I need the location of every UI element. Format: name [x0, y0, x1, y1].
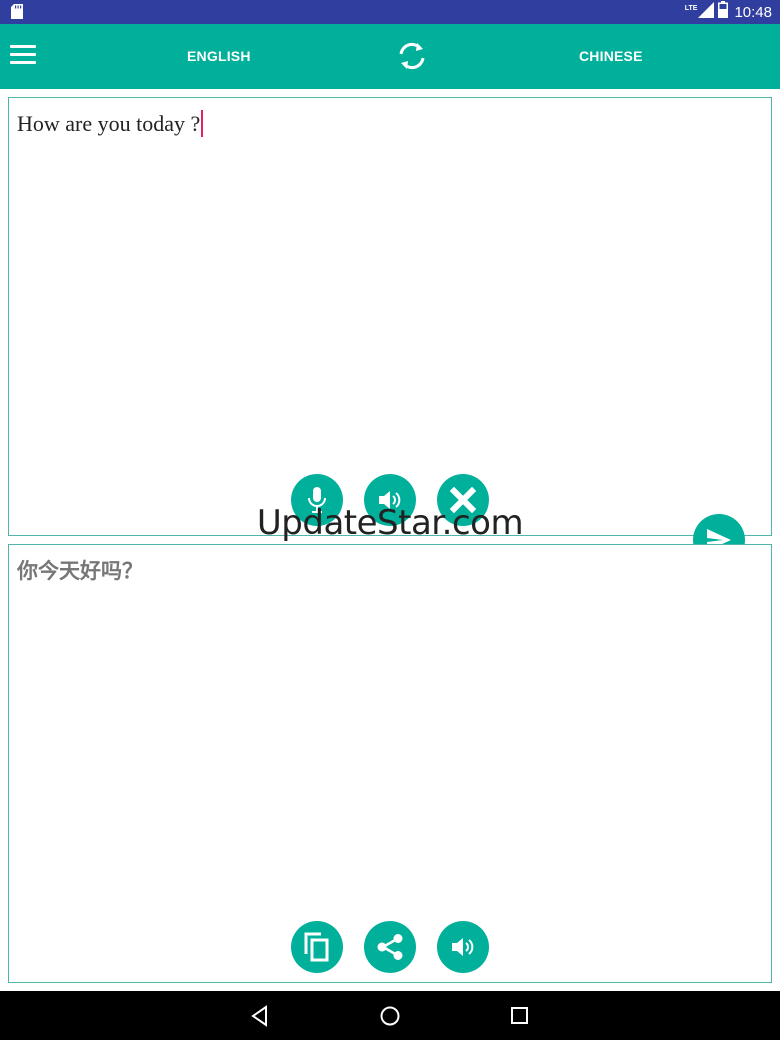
translated-text: 你今天好吗？ [17, 558, 143, 583]
share-button[interactable] [364, 921, 416, 973]
share-icon [377, 934, 403, 960]
clock: 10:48 [734, 3, 772, 21]
copy-button[interactable] [291, 921, 343, 973]
menu-icon[interactable] [10, 45, 36, 67]
watermark: UpdateStar.com [256, 503, 524, 543]
navigation-bar [0, 991, 780, 1040]
speak-translation-button[interactable] [437, 921, 489, 973]
target-text-panel: 你今天好吗？ [8, 544, 772, 983]
network-type: LTE [684, 4, 698, 12]
back-icon[interactable] [249, 1005, 271, 1027]
speaker-icon [452, 938, 474, 956]
source-language-button[interactable]: ENGLISH [187, 24, 251, 89]
copy-icon [304, 932, 329, 962]
source-text: How are you today ? [17, 111, 201, 136]
status-bar: LTE 10:48 [0, 0, 780, 24]
battery-icon [718, 1, 729, 23]
home-icon[interactable] [379, 1005, 401, 1027]
target-language-button[interactable]: CHINESE [579, 24, 643, 89]
swap-languages-icon[interactable] [396, 40, 428, 72]
recents-icon[interactable] [509, 1005, 531, 1027]
signal-icon [698, 1, 715, 23]
text-caret [201, 110, 204, 137]
app-toolbar: ENGLISH CHINESE [0, 24, 780, 89]
sd-card-icon [11, 4, 23, 24]
source-text-input[interactable]: How are you today ? [17, 110, 204, 137]
source-text-panel[interactable]: How are you today ? [8, 97, 772, 536]
